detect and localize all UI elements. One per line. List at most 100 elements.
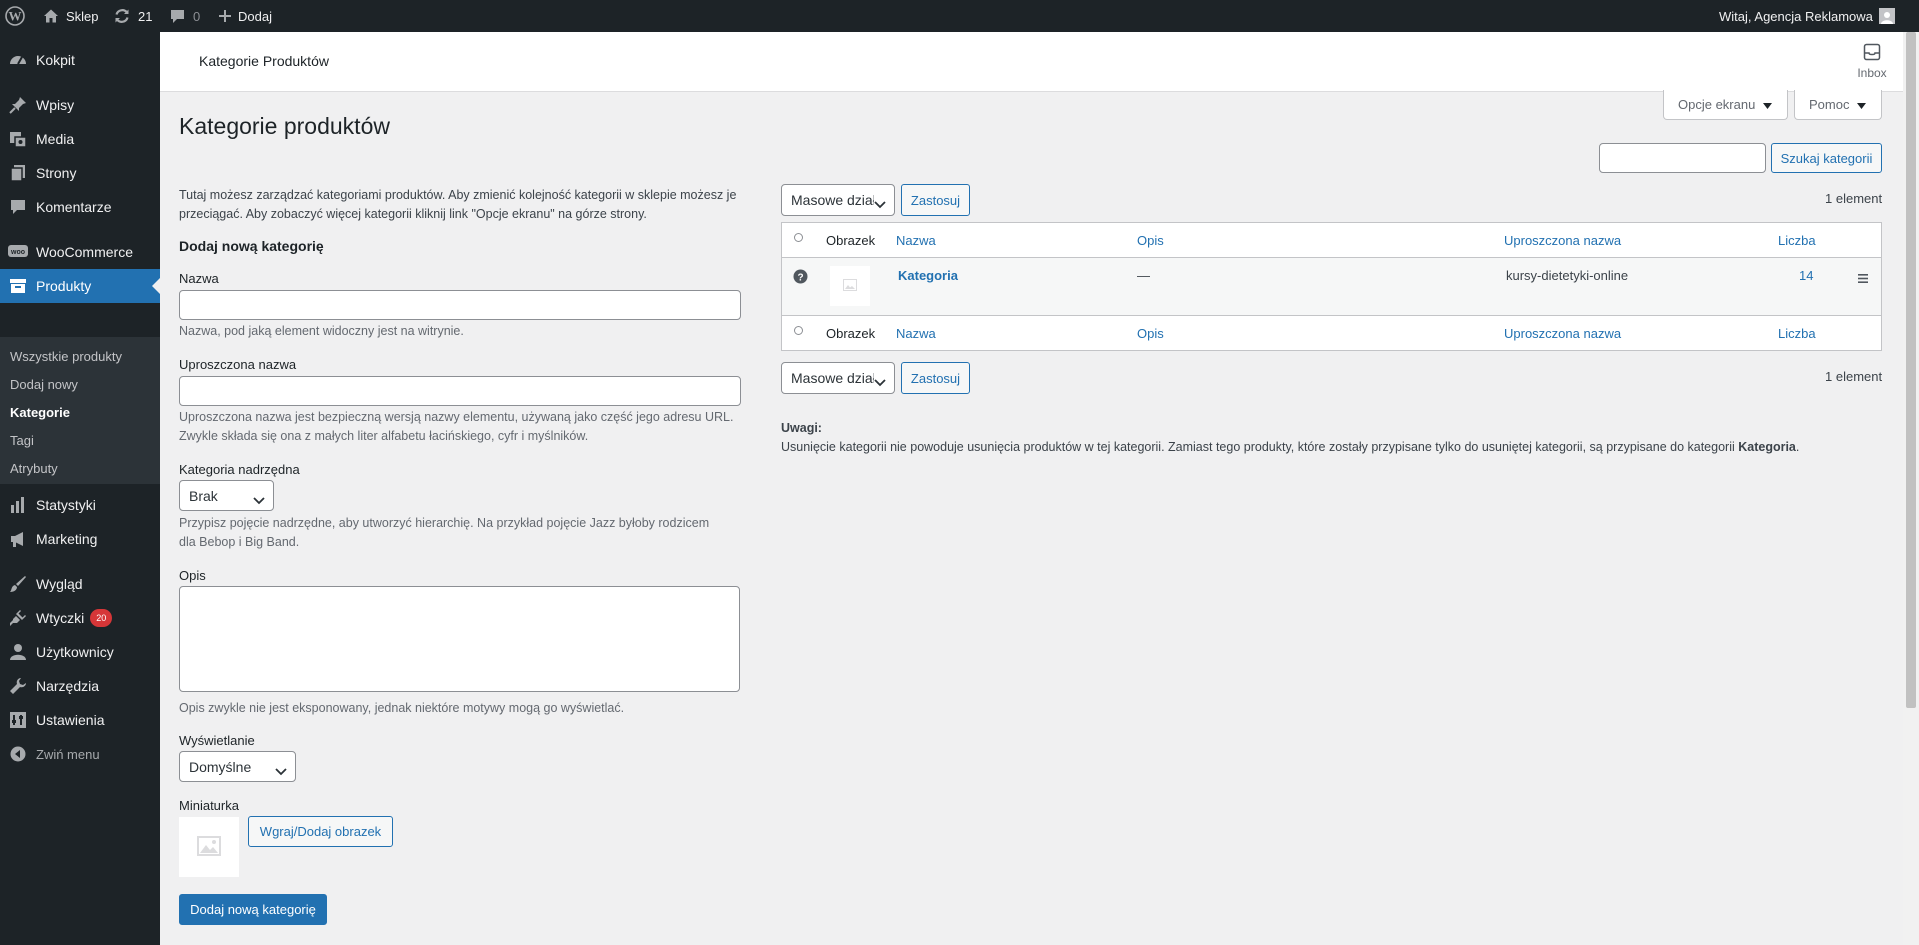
sidebar-item-woocommerce[interactable]: woo WooCommerce (0, 235, 160, 269)
sidebar-item-posts[interactable]: Wpisy (0, 88, 160, 122)
sidebar-item-label: Marketing (36, 531, 98, 547)
sidebar-item-label: Statystyki (36, 497, 96, 513)
search-input[interactable] (1599, 143, 1766, 173)
sidebar-item-dashboard[interactable]: Kokpit (0, 43, 160, 77)
column-description-sort[interactable]: Opis (1137, 233, 1164, 248)
notes-end: . (1795, 440, 1800, 454)
display-type-select[interactable]: Domyślne (179, 751, 296, 782)
column-count-sort[interactable]: Liczba (1778, 233, 1816, 248)
sidebar-item-marketing[interactable]: Marketing (0, 522, 160, 556)
wordpress-logo-icon[interactable]: W (5, 0, 25, 32)
search-categories-button[interactable]: Szukaj kategorii (1771, 143, 1882, 173)
submenu-add-new[interactable]: Dodaj nowy (10, 377, 78, 392)
inbox-button[interactable]: Inbox (1841, 43, 1903, 83)
slug-description-line-2: Zwykle składa się ona z małych liter alf… (179, 429, 589, 443)
name-input[interactable] (179, 290, 741, 320)
slug-label: Uproszczona nazwa (179, 357, 297, 372)
products-submenu: Wszystkie produkty Dodaj nowy Kategorie … (0, 337, 160, 484)
upload-image-button[interactable]: Wgraj/Dodaj obrazek (248, 816, 393, 847)
intro-text-line-2: przeciągać. Aby zobaczyć więcej kategori… (179, 207, 647, 221)
category-name-link[interactable]: Kategoria (898, 268, 958, 283)
account-menu[interactable]: Witaj, Agencja Reklamowa (1719, 0, 1895, 32)
bulk-actions-value: Masowe działania (791, 192, 874, 208)
collapse-menu-button[interactable]: Zwiń menu (0, 737, 160, 771)
comments-link[interactable]: 0 (169, 0, 200, 32)
intro-text-line-1: Tutaj możesz zarządzać kategoriami produ… (179, 188, 737, 202)
admin-sidebar: Kokpit Wpisy Media Strony Komentarze woo… (0, 32, 160, 945)
item-count-bottom: 1 element (1825, 369, 1883, 384)
column-slug-sort[interactable]: Uproszczona nazwa (1504, 233, 1621, 248)
submenu-attributes[interactable]: Atrybuty (10, 461, 58, 476)
categories-table: Obrazek Nazwa Opis Uproszczona nazwa Lic… (781, 222, 1882, 351)
svg-text:?: ? (797, 273, 803, 284)
column-count-footer[interactable]: Liczba (1778, 326, 1816, 341)
item-count-top: 1 element (1825, 191, 1883, 206)
slug-input[interactable] (179, 376, 741, 406)
table-header: Obrazek Nazwa Opis Uproszczona nazwa Lic… (782, 223, 1881, 258)
table-row[interactable]: ? Kategoria — kursy-dietetyki-online 14 (782, 258, 1881, 316)
sidebar-item-label: Narzędzia (36, 678, 100, 694)
notes-heading: Uwagi: (781, 421, 822, 435)
sidebar-item-appearance[interactable]: Wygląd (0, 567, 160, 601)
plugin-icon (0, 609, 36, 627)
avatar (1878, 8, 1895, 24)
pages-icon (0, 164, 36, 182)
description-help: Opis zwykle nie jest eksponowany, jednak… (179, 701, 625, 715)
column-slug-footer[interactable]: Uproszczona nazwa (1504, 326, 1621, 341)
drag-handle-icon[interactable] (1858, 271, 1868, 286)
chevron-down-icon (275, 763, 287, 779)
updates-link[interactable]: 21 (113, 0, 152, 32)
sidebar-item-media[interactable]: Media (0, 122, 160, 156)
settings-icon (0, 711, 36, 729)
help-button[interactable]: Pomoc (1794, 90, 1882, 120)
column-name-sort[interactable]: Nazwa (896, 233, 936, 248)
updates-icon (113, 7, 131, 25)
notes-category: Kategoria (1738, 440, 1796, 454)
sidebar-item-pages[interactable]: Strony (0, 156, 160, 190)
chevron-down-icon (874, 196, 886, 212)
megaphone-icon (0, 530, 36, 548)
greeting-text: Witaj, Agencja Reklamowa (1719, 8, 1873, 24)
add-new-link[interactable]: Dodaj (218, 0, 272, 32)
form-heading: Dodaj nową kategorię (179, 238, 324, 254)
select-all-radio[interactable] (794, 233, 803, 242)
comments-count: 0 (193, 8, 201, 24)
parent-category-select[interactable]: Brak (179, 480, 274, 511)
add-category-submit-button[interactable]: Dodaj nową kategorię (179, 894, 327, 925)
apply-button-bottom[interactable]: Zastosuj (901, 362, 970, 394)
page-scrollbar[interactable] (1903, 32, 1919, 945)
sidebar-item-settings[interactable]: Ustawienia (0, 703, 160, 737)
column-description-footer[interactable]: Opis (1137, 326, 1164, 341)
screen-options-button[interactable]: Opcje ekranu (1663, 90, 1788, 120)
submenu-all-products[interactable]: Wszystkie produkty (10, 349, 122, 364)
scrollbar-thumb[interactable] (1906, 32, 1916, 708)
category-count-link[interactable]: 14 (1799, 268, 1813, 283)
select-all-radio-footer[interactable] (794, 326, 803, 335)
bulk-actions-select-bottom[interactable]: Masowe działania (781, 362, 895, 394)
sidebar-item-analytics[interactable]: Statystyki (0, 488, 160, 522)
submenu-categories[interactable]: Kategorie (10, 405, 70, 420)
sidebar-item-products[interactable]: Produkty (0, 269, 160, 303)
sidebar-item-users[interactable]: Użytkownicy (0, 635, 160, 669)
sidebar-item-comments[interactable]: Komentarze (0, 190, 160, 224)
column-name-footer[interactable]: Nazwa (896, 326, 936, 341)
name-label: Nazwa (179, 271, 219, 286)
sidebar-item-tools[interactable]: Narzędzia (0, 669, 160, 703)
bulk-actions-select-top[interactable]: Masowe działania (781, 184, 895, 216)
apply-button-top[interactable]: Zastosuj (901, 184, 970, 216)
sidebar-item-plugins[interactable]: Wtyczki 20 (0, 601, 160, 635)
description-textarea[interactable] (179, 586, 740, 692)
category-thumbnail (830, 266, 870, 306)
display-type-label: Wyświetlanie (179, 733, 255, 748)
sidebar-item-label: Kokpit (36, 52, 75, 68)
submenu-tags[interactable]: Tagi (10, 433, 34, 448)
sidebar-item-label: Wtyczki (36, 610, 85, 626)
notes-body: Usunięcie kategorii nie powoduje usunięc… (781, 440, 1739, 454)
site-name-link[interactable]: Sklep (42, 0, 99, 32)
add-new-label: Dodaj (238, 8, 272, 24)
comment-icon (0, 198, 36, 216)
plugins-update-badge: 20 (90, 609, 113, 627)
wrench-icon (0, 677, 36, 695)
category-description: — (1137, 268, 1150, 283)
slug-description-line-1: Uproszczona nazwa jest bezpieczną wersją… (179, 410, 734, 424)
